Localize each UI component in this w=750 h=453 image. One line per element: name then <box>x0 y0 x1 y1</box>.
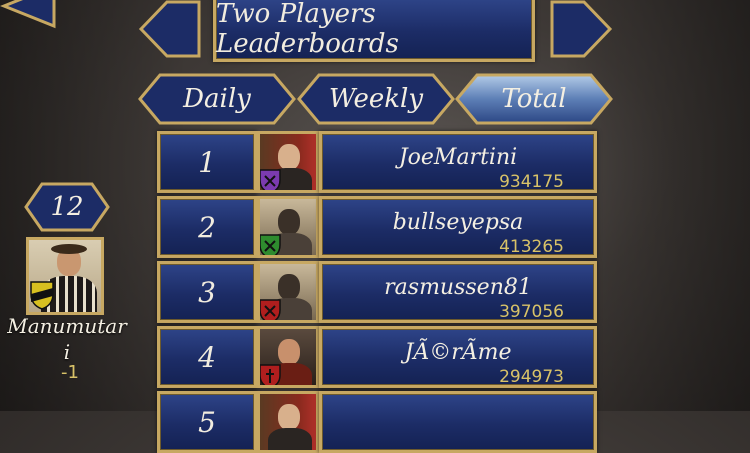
leaderboard-row[interactable]: 5 <box>157 391 597 453</box>
player-avatar <box>257 131 319 193</box>
back-button[interactable] <box>0 0 62 32</box>
player-avatar <box>257 326 319 388</box>
rank-number: 2 <box>157 196 257 258</box>
player-name: JÃ©rÃme <box>404 340 512 365</box>
shield-icon <box>30 281 54 310</box>
rank-number: 4 <box>157 326 257 388</box>
tab-total-label: Total <box>501 84 567 114</box>
player-avatar <box>257 196 319 258</box>
player-name-box: JÃ©rÃme 294973 <box>319 326 597 388</box>
shield-icon <box>260 234 281 255</box>
leaderboard-row[interactable]: 4 JÃ©rÃme 294973 <box>157 326 597 388</box>
next-board-button[interactable] <box>548 0 614 58</box>
player-name-box: JoeMartini 934175 <box>319 131 597 193</box>
leaderboard-row[interactable]: 3 rasmussen81 397056 <box>157 261 597 323</box>
player-score: 934175 <box>499 172 564 192</box>
player-score: 397056 <box>499 302 564 322</box>
player-name: bullseyepsa <box>392 210 524 235</box>
page-title: Two Players Leaderboards <box>213 0 535 62</box>
player-rank: 12 <box>50 192 84 222</box>
previous-board-button[interactable] <box>137 0 203 58</box>
tab-weekly[interactable]: Weekly <box>297 73 455 125</box>
back-arrow-icon <box>0 0 56 29</box>
player-score: 413265 <box>499 237 564 257</box>
leaderboard-row[interactable]: 1 JoeMartini 934175 <box>157 131 597 193</box>
tab-daily-label: Daily <box>183 84 251 114</box>
tab-total[interactable]: Total <box>455 73 613 125</box>
tab-weekly-label: Weekly <box>328 84 424 114</box>
player-rank-badge: 12 <box>24 182 110 232</box>
shield-icon <box>260 299 281 320</box>
rank-number: 1 <box>157 131 257 193</box>
player-avatar <box>257 261 319 323</box>
player-name: rasmussen81 <box>384 275 532 300</box>
rank-change: -1 <box>61 362 79 383</box>
tab-daily[interactable]: Daily <box>138 73 296 125</box>
rank-number: 3 <box>157 261 257 323</box>
player-avatar-self[interactable] <box>26 237 104 315</box>
player-score: 294973 <box>499 367 564 387</box>
shield-icon <box>260 169 281 190</box>
player-name: JoeMartini <box>398 145 518 170</box>
chevron-right-icon <box>550 0 613 58</box>
shield-icon <box>260 364 281 385</box>
player-name-box: rasmussen81 397056 <box>319 261 597 323</box>
player-name-box <box>319 391 597 453</box>
player-avatar <box>257 391 319 453</box>
player-name-box: bullseyepsa 413265 <box>319 196 597 258</box>
player-name-self: Manumutar i <box>7 314 127 364</box>
leaderboard-row[interactable]: 2 bullseyepsa 413265 <box>157 196 597 258</box>
chevron-left-icon <box>138 0 201 58</box>
rank-number: 5 <box>157 391 257 453</box>
